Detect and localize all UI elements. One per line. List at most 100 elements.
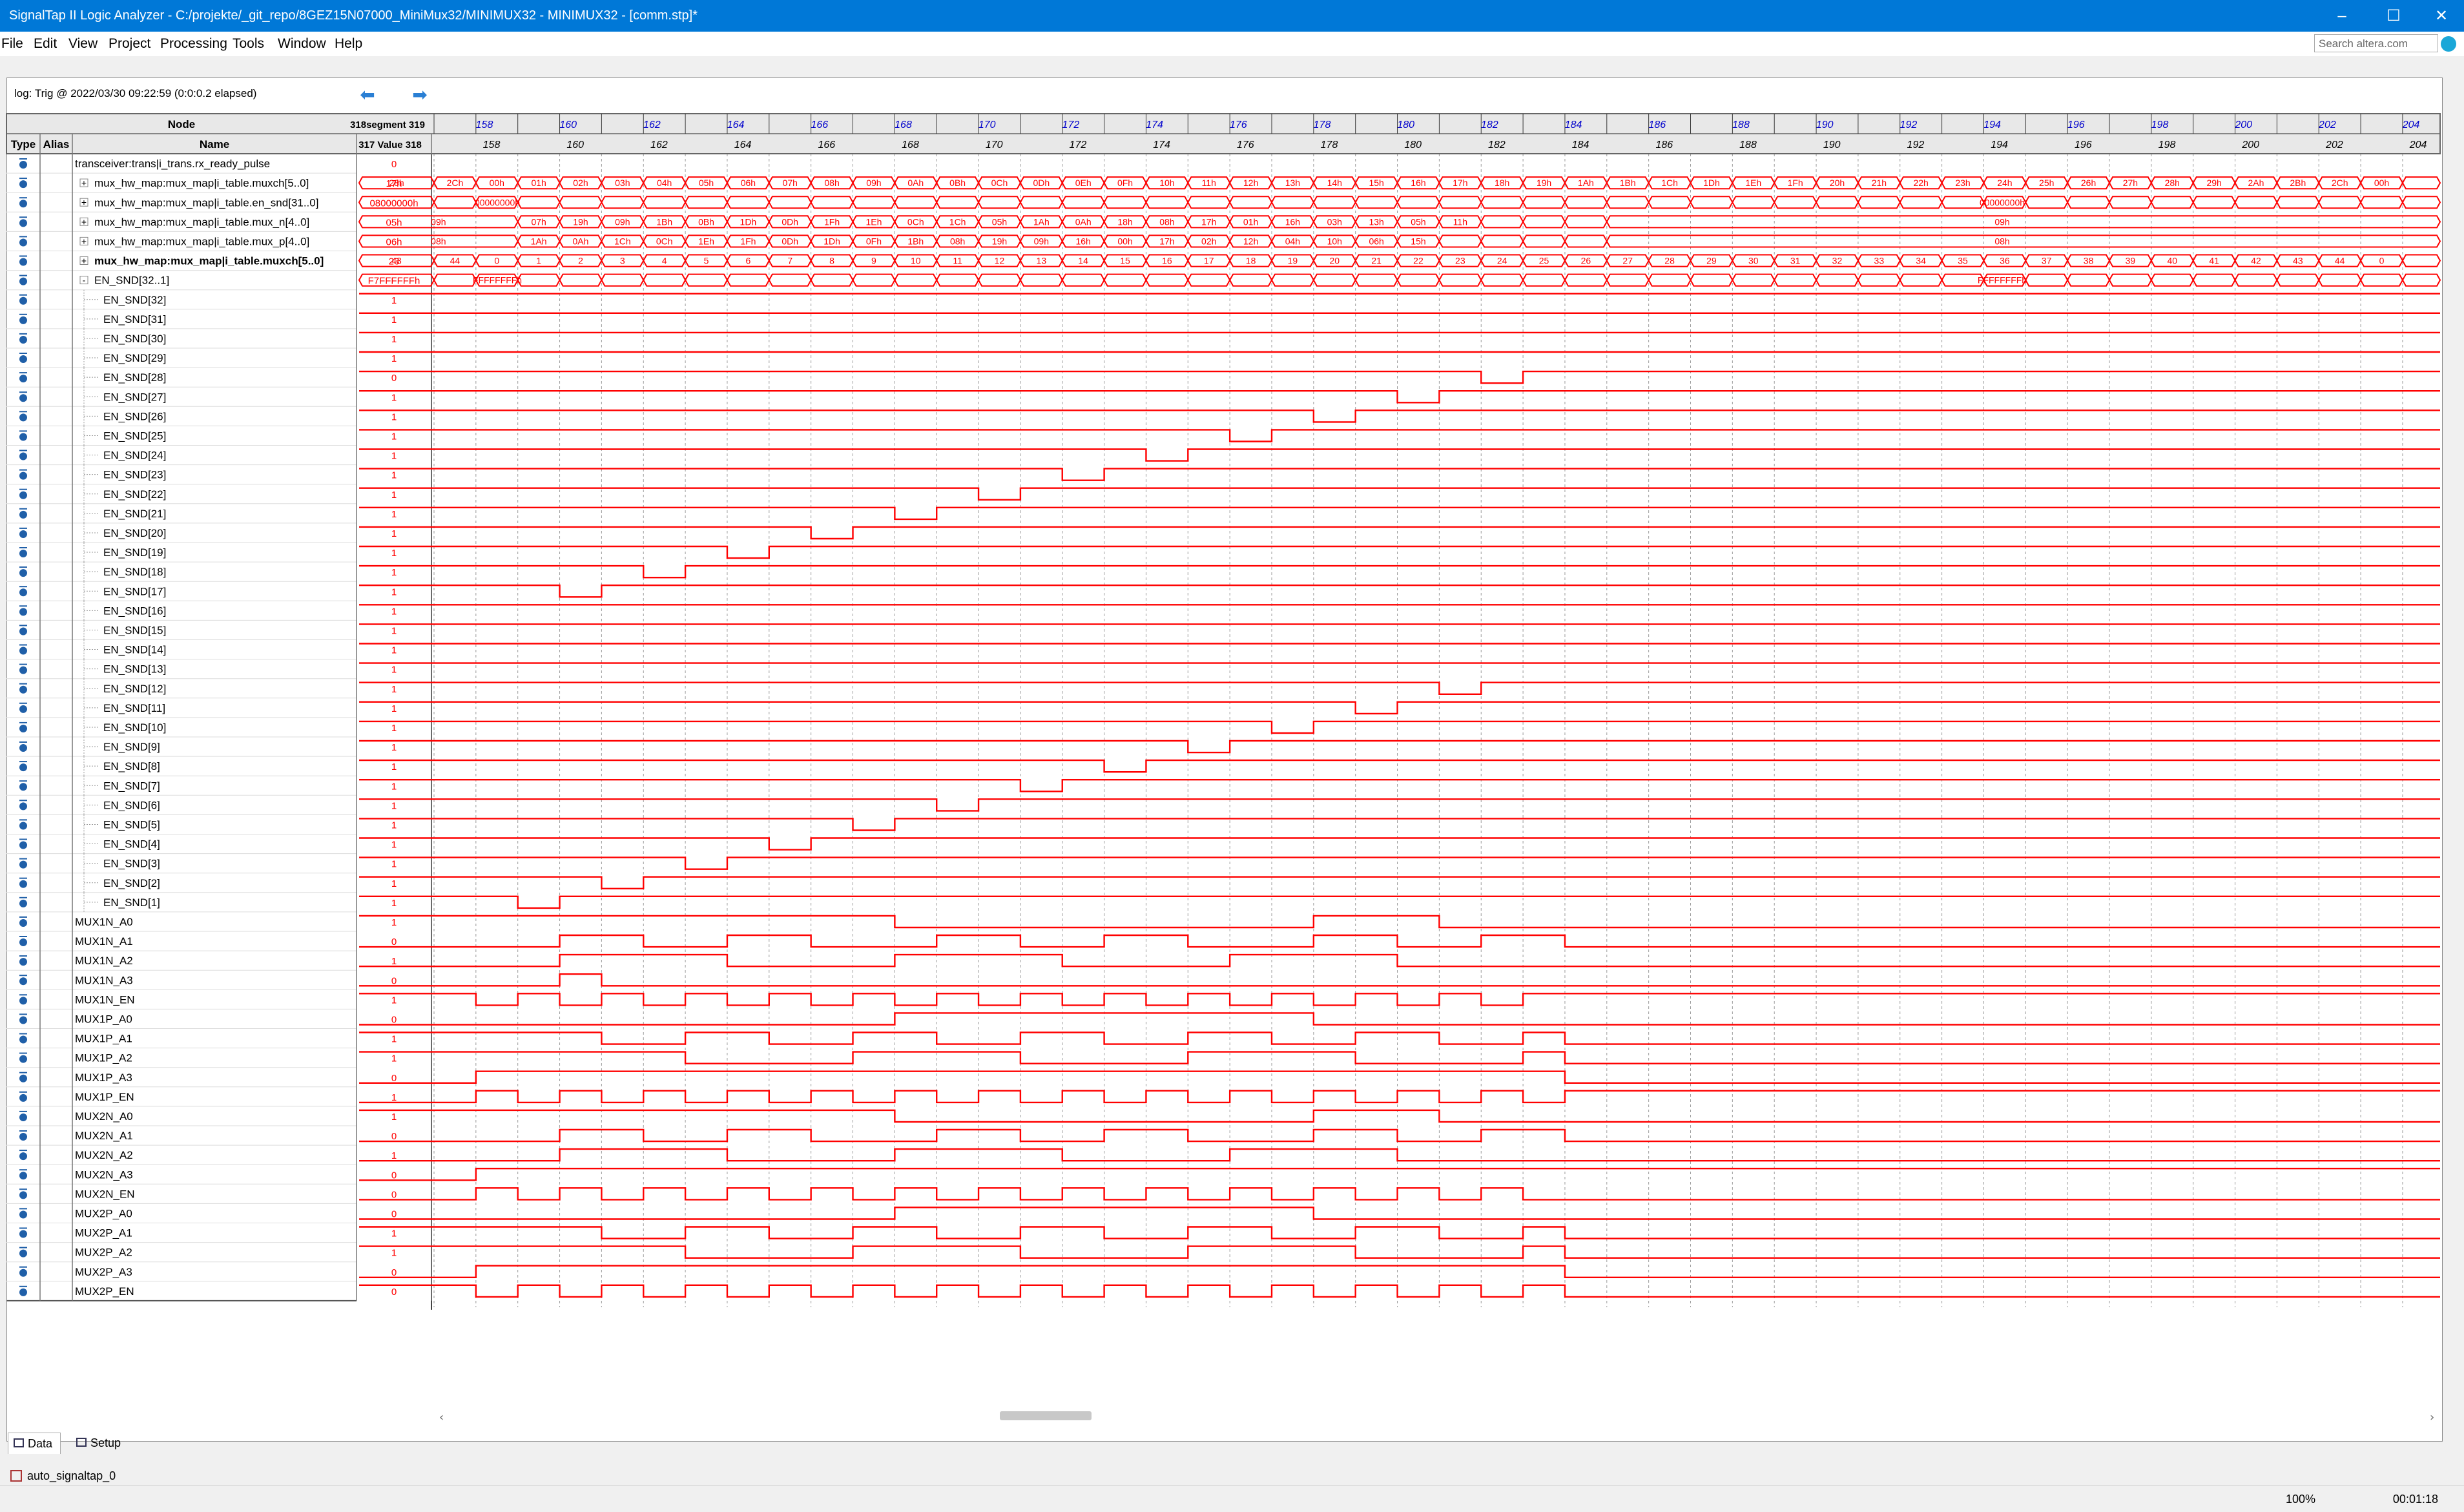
bus-value: 07h bbox=[783, 178, 798, 188]
bus-value: 32 bbox=[1832, 256, 1843, 266]
bus-value: 8 bbox=[829, 256, 834, 266]
bus-value: 21 bbox=[1371, 256, 1382, 266]
bit-waveform bbox=[359, 779, 2440, 792]
status-bar: 100% 00:01:18 bbox=[0, 1486, 2464, 1512]
signal-name: transceiver:trans|i_trans.rx_ready_pulse bbox=[75, 158, 270, 170]
ruler-top-label: 194 bbox=[1983, 119, 2001, 130]
bus-value: 0Ch bbox=[656, 236, 673, 246]
bit-waveform bbox=[359, 895, 2440, 909]
bus-value: 24 bbox=[1497, 256, 1507, 266]
ruler-top-label: 176 bbox=[1230, 119, 1247, 130]
signal-icon bbox=[19, 899, 27, 907]
bus-value: 9 bbox=[871, 256, 876, 266]
expand-glyph: + bbox=[81, 178, 87, 188]
signal-value: 1 bbox=[391, 1248, 397, 1259]
signal-value: 1 bbox=[391, 917, 397, 928]
signal-name: MUX2P_A1 bbox=[75, 1227, 132, 1239]
bus-value: 08h bbox=[950, 236, 965, 246]
signal-name: EN_SND[2] bbox=[103, 877, 160, 889]
bus-value: 0 bbox=[2379, 256, 2385, 266]
bit-waveform bbox=[359, 1070, 2440, 1084]
bus-value: 1Fh bbox=[1788, 178, 1803, 188]
ruler-top-label: 162 bbox=[643, 119, 661, 130]
ruler-bottom-label: 174 bbox=[1153, 140, 1170, 150]
bus-value: 05h bbox=[992, 216, 1007, 227]
signal-value: 1 bbox=[391, 723, 397, 734]
signal-value: 1 bbox=[391, 1034, 397, 1045]
tab-setup-label: Setup bbox=[90, 1436, 121, 1449]
signal-icon bbox=[19, 1113, 27, 1121]
bus-icon bbox=[19, 180, 27, 189]
ruler-bottom-label: 162 bbox=[650, 140, 668, 150]
signal-value: 0 bbox=[391, 1267, 397, 1278]
signal-name: EN_SND[6] bbox=[103, 799, 160, 811]
signal-icon bbox=[19, 958, 27, 966]
waveform-view[interactable]: Node Type Alias Name 318segment 319 317 Value… bbox=[0, 0, 2464, 1511]
bus-value: 00000000h bbox=[475, 197, 520, 207]
bus-value: 13h bbox=[1285, 178, 1300, 188]
signal-value: 1 bbox=[391, 451, 397, 462]
signal-name: EN_SND[10] bbox=[103, 721, 166, 734]
ruler-bottom-label: 186 bbox=[1655, 140, 1673, 150]
signal-icon bbox=[19, 550, 27, 558]
bit-waveform bbox=[359, 1051, 2440, 1064]
ruler-bottom-label: 190 bbox=[1823, 140, 1841, 150]
signal-value: 1 bbox=[391, 431, 397, 442]
bus-value: 13 bbox=[1037, 256, 1047, 266]
signal-name: EN_SND[14] bbox=[103, 644, 166, 656]
bus-value: 04h bbox=[1285, 236, 1300, 246]
signal-name: MUX2N_A2 bbox=[75, 1149, 133, 1161]
signal-value: 1 bbox=[391, 1053, 397, 1064]
signal-icon bbox=[19, 588, 27, 597]
bus-value: FFFFFFFFh bbox=[1978, 275, 2027, 285]
instance-name: auto_signaltap_0 bbox=[27, 1469, 116, 1482]
bus-value: 24h bbox=[1997, 178, 2012, 188]
ruler-bottom-label: 196 bbox=[2075, 140, 2092, 150]
tab-setup[interactable]: Setup bbox=[71, 1433, 129, 1453]
bus-value: 01h bbox=[1243, 216, 1258, 227]
ruler-top-label: 180 bbox=[1397, 119, 1414, 130]
bit-waveform bbox=[359, 506, 2440, 521]
signal-icon bbox=[19, 666, 27, 674]
bus-value: 11 bbox=[953, 256, 962, 266]
bus-value: 11h bbox=[1202, 178, 1216, 188]
signal-icon bbox=[19, 627, 27, 636]
signal-icon bbox=[19, 1133, 27, 1141]
ruler-top-label: 178 bbox=[1314, 119, 1331, 130]
bit-waveform bbox=[359, 429, 2440, 442]
bit-waveform bbox=[359, 1245, 2440, 1259]
signal-icon bbox=[19, 1191, 27, 1199]
ruler-bottom-label: 192 bbox=[1907, 140, 1925, 150]
data-icon bbox=[14, 1438, 24, 1447]
bus-value: 00h bbox=[490, 178, 504, 188]
bus-value: 09h bbox=[866, 178, 881, 188]
signal-value: 1 bbox=[391, 820, 397, 831]
bit-waveform bbox=[359, 740, 2440, 754]
bus-value: 1Ch bbox=[1661, 178, 1678, 188]
bus-value: 21h bbox=[1872, 178, 1887, 188]
expand-glyph: + bbox=[81, 216, 87, 227]
bus-value: 29 bbox=[1706, 256, 1717, 266]
ruler-top-label: 158 bbox=[476, 119, 493, 130]
ruler-bottom-label: 158 bbox=[483, 140, 501, 150]
signal-value: 1 bbox=[391, 411, 397, 422]
signal-name: EN_SND[21] bbox=[103, 508, 166, 520]
signal-value: 0 bbox=[391, 373, 397, 384]
ruler-bottom-label: 166 bbox=[818, 140, 835, 150]
bus-value: 28 bbox=[1664, 256, 1675, 266]
tab-data[interactable]: Data bbox=[8, 1433, 61, 1454]
bit-waveform bbox=[359, 993, 2440, 1006]
ruler-top-label: 200 bbox=[2234, 119, 2252, 130]
instance-tab[interactable]: auto_signaltap_0 bbox=[6, 1465, 116, 1487]
bus-value: 37 bbox=[2042, 256, 2052, 266]
bit-waveform bbox=[359, 1187, 2440, 1201]
bit-waveform bbox=[359, 818, 2440, 831]
signal-icon bbox=[19, 724, 27, 732]
bus-value: 20h bbox=[1830, 178, 1845, 188]
bus-value: 18 bbox=[1246, 256, 1256, 266]
scrollbar-thumb[interactable] bbox=[1000, 1411, 1092, 1420]
bus-value: 12h bbox=[1243, 178, 1258, 188]
ruler-top-label: 166 bbox=[811, 119, 828, 130]
bus-value: 15h bbox=[1411, 236, 1425, 246]
signal-icon bbox=[19, 1035, 27, 1044]
